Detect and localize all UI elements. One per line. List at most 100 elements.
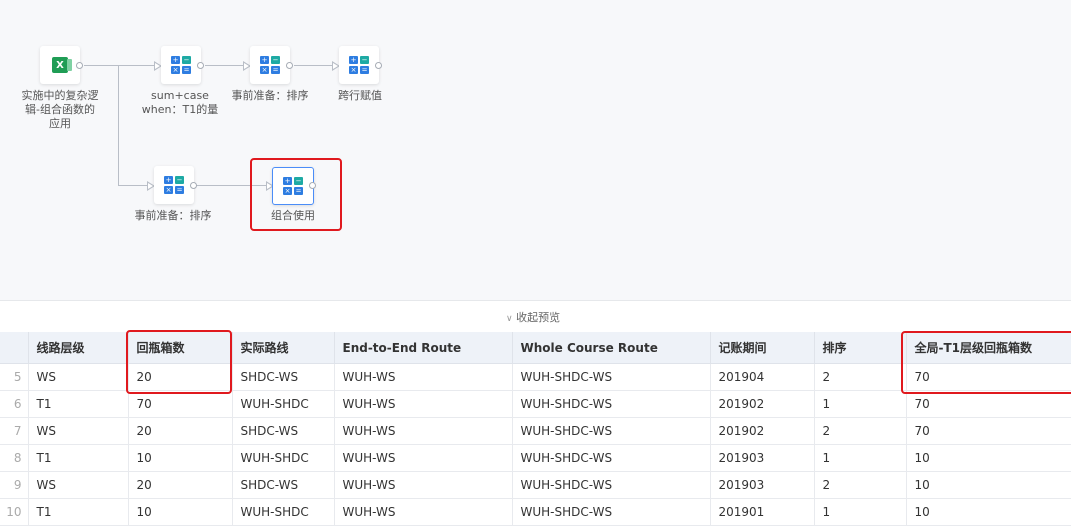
preview-table: 线路层级 回瓶箱数 实际路线 End-to-End Route Whole Co… xyxy=(0,332,1071,526)
column-header[interactable]: 排序 xyxy=(814,332,907,364)
table-cell[interactable]: 20 xyxy=(128,363,233,391)
connector xyxy=(205,65,247,66)
table-cell[interactable]: 20 xyxy=(128,417,233,445)
table-cell[interactable]: T1 xyxy=(28,498,129,526)
table-row: 10 T1 10 WUH-SHDC WUH-WS WUH-SHDC-WS 201901 1 10 xyxy=(0,498,1071,526)
row-index: 10 xyxy=(0,498,29,526)
row-index: 7 xyxy=(0,417,29,445)
table-cell[interactable]: WUH-WS xyxy=(334,390,513,418)
table-cell[interactable]: WUH-SHDC-WS xyxy=(512,363,711,391)
table-cell[interactable]: 201902 xyxy=(710,390,815,418)
column-header[interactable]: 回瓶箱数 xyxy=(128,332,233,364)
table-cell[interactable]: 201903 xyxy=(710,444,815,472)
table-cell[interactable]: WUH-SHDC-WS xyxy=(512,444,711,472)
table-cell[interactable]: WUH-WS xyxy=(334,471,513,499)
table-cell[interactable]: WUH-WS xyxy=(334,417,513,445)
connector xyxy=(118,65,119,185)
table-cell[interactable]: WUH-SHDC-WS xyxy=(512,498,711,526)
column-header[interactable]: Whole Course Route xyxy=(512,332,711,364)
table-cell[interactable]: WUH-WS xyxy=(334,444,513,472)
table-cell[interactable]: WUH-WS xyxy=(334,363,513,391)
table-cell[interactable]: 10 xyxy=(906,498,1071,526)
table-cell[interactable]: 2 xyxy=(814,363,907,391)
table-cell[interactable]: 2 xyxy=(814,471,907,499)
node-label: 跨行赋值 xyxy=(338,89,382,102)
output-port[interactable] xyxy=(286,62,293,69)
table-cell[interactable]: WS xyxy=(28,363,129,391)
table-cell[interactable]: SHDC-WS xyxy=(232,417,335,445)
table-row: 8 T1 10 WUH-SHDC WUH-WS WUH-SHDC-WS 201903 1 10 xyxy=(0,444,1071,472)
table-cell[interactable]: SHDC-WS xyxy=(232,471,335,499)
table-cell[interactable]: 10 xyxy=(128,444,233,472)
row-index: 8 xyxy=(0,444,29,472)
table-cell[interactable]: 2 xyxy=(814,417,907,445)
table-cell[interactable]: WUH-SHDC-WS xyxy=(512,417,711,445)
table-cell[interactable]: 20 xyxy=(128,471,233,499)
node-label: 实施中的复杂逻 辑-组合函数的 应用 xyxy=(21,89,99,130)
node-label: 组合使用 xyxy=(271,209,315,222)
column-header[interactable]: 记账期间 xyxy=(710,332,815,364)
column-header[interactable]: 线路层级 xyxy=(28,332,129,364)
output-port[interactable] xyxy=(190,182,197,189)
row-index: 5 xyxy=(0,363,29,391)
table-header-row: 线路层级 回瓶箱数 实际路线 End-to-End Route Whole Co… xyxy=(0,332,1071,364)
collapse-preview-label: 收起预览 xyxy=(516,311,561,324)
table-cell[interactable]: 70 xyxy=(906,390,1071,418)
calculator-icon: + − × = xyxy=(349,56,369,74)
connector xyxy=(84,65,156,66)
table-cell[interactable]: 201901 xyxy=(710,498,815,526)
source-node[interactable]: X xyxy=(40,46,80,84)
collapse-preview-button[interactable]: ∨ 收起预览 xyxy=(506,309,560,325)
calculator-icon: + − × = xyxy=(283,177,303,195)
table-cell[interactable]: 1 xyxy=(814,498,907,526)
output-port[interactable] xyxy=(375,62,382,69)
table-cell[interactable]: 10 xyxy=(128,498,233,526)
calculator-icon: + − × = xyxy=(171,56,191,74)
output-port[interactable] xyxy=(197,62,204,69)
table-cell[interactable]: WS xyxy=(28,417,129,445)
table-cell[interactable]: 10 xyxy=(906,471,1071,499)
node-label: 事前准备：排序 xyxy=(134,209,212,222)
column-header[interactable]: 全局-T1层级回瓶箱数 xyxy=(906,332,1071,364)
calculator-icon: + − × = xyxy=(260,56,280,74)
table-cell[interactable]: WUH-SHDC xyxy=(232,390,335,418)
table-cell[interactable]: 1 xyxy=(814,390,907,418)
table-cell[interactable]: T1 xyxy=(28,444,129,472)
table-cell[interactable]: SHDC-WS xyxy=(232,363,335,391)
calc-node[interactable]: + − × = xyxy=(339,46,379,84)
table-cell[interactable]: 201904 xyxy=(710,363,815,391)
column-header[interactable]: End-to-End Route xyxy=(334,332,513,364)
row-index: 9 xyxy=(0,471,29,499)
table-cell[interactable]: WUH-WS xyxy=(334,498,513,526)
calc-node[interactable]: + − × = xyxy=(161,46,201,84)
calc-node-selected[interactable]: + − × = xyxy=(272,167,314,205)
flow-canvas[interactable]: X 实施中的复杂逻 辑-组合函数的 应用 + − × = sum+case when：… xyxy=(0,0,1071,300)
table-cell[interactable]: 201903 xyxy=(710,471,815,499)
table-row: 5 WS 20 SHDC-WS WUH-WS WUH-SHDC-WS 201904 2 70 xyxy=(0,363,1071,391)
connector xyxy=(294,65,336,66)
table-cell[interactable]: 201902 xyxy=(710,417,815,445)
table-cell[interactable]: 10 xyxy=(906,444,1071,472)
table-cell[interactable]: WUH-SHDC-WS xyxy=(512,390,711,418)
node-label: sum+case when：T1的量 xyxy=(141,89,219,116)
table-row: 7 WS 20 SHDC-WS WUH-WS WUH-SHDC-WS 201902 2 70 xyxy=(0,417,1071,445)
table-cell[interactable]: WUH-SHDC-WS xyxy=(512,471,711,499)
table-cell[interactable]: WUH-SHDC xyxy=(232,498,335,526)
column-header[interactable]: 实际路线 xyxy=(232,332,335,364)
connector xyxy=(196,185,268,186)
calc-node[interactable]: + − × = xyxy=(250,46,290,84)
table-cell[interactable]: 70 xyxy=(906,363,1071,391)
table-cell[interactable]: 70 xyxy=(128,390,233,418)
calc-node[interactable]: + − × = xyxy=(154,166,194,204)
table-cell[interactable]: T1 xyxy=(28,390,129,418)
calculator-icon: + − × = xyxy=(164,176,184,194)
output-port[interactable] xyxy=(76,62,83,69)
table-cell[interactable]: WUH-SHDC xyxy=(232,444,335,472)
table-cell[interactable]: 70 xyxy=(906,417,1071,445)
table-cell[interactable]: 1 xyxy=(814,444,907,472)
excel-icon: X xyxy=(52,57,72,73)
table-cell[interactable]: WS xyxy=(28,471,129,499)
table-row: 9 WS 20 SHDC-WS WUH-WS WUH-SHDC-WS 201903 2 10 xyxy=(0,471,1071,499)
output-port[interactable] xyxy=(309,182,316,189)
chevron-down-icon: ∨ xyxy=(506,314,513,324)
